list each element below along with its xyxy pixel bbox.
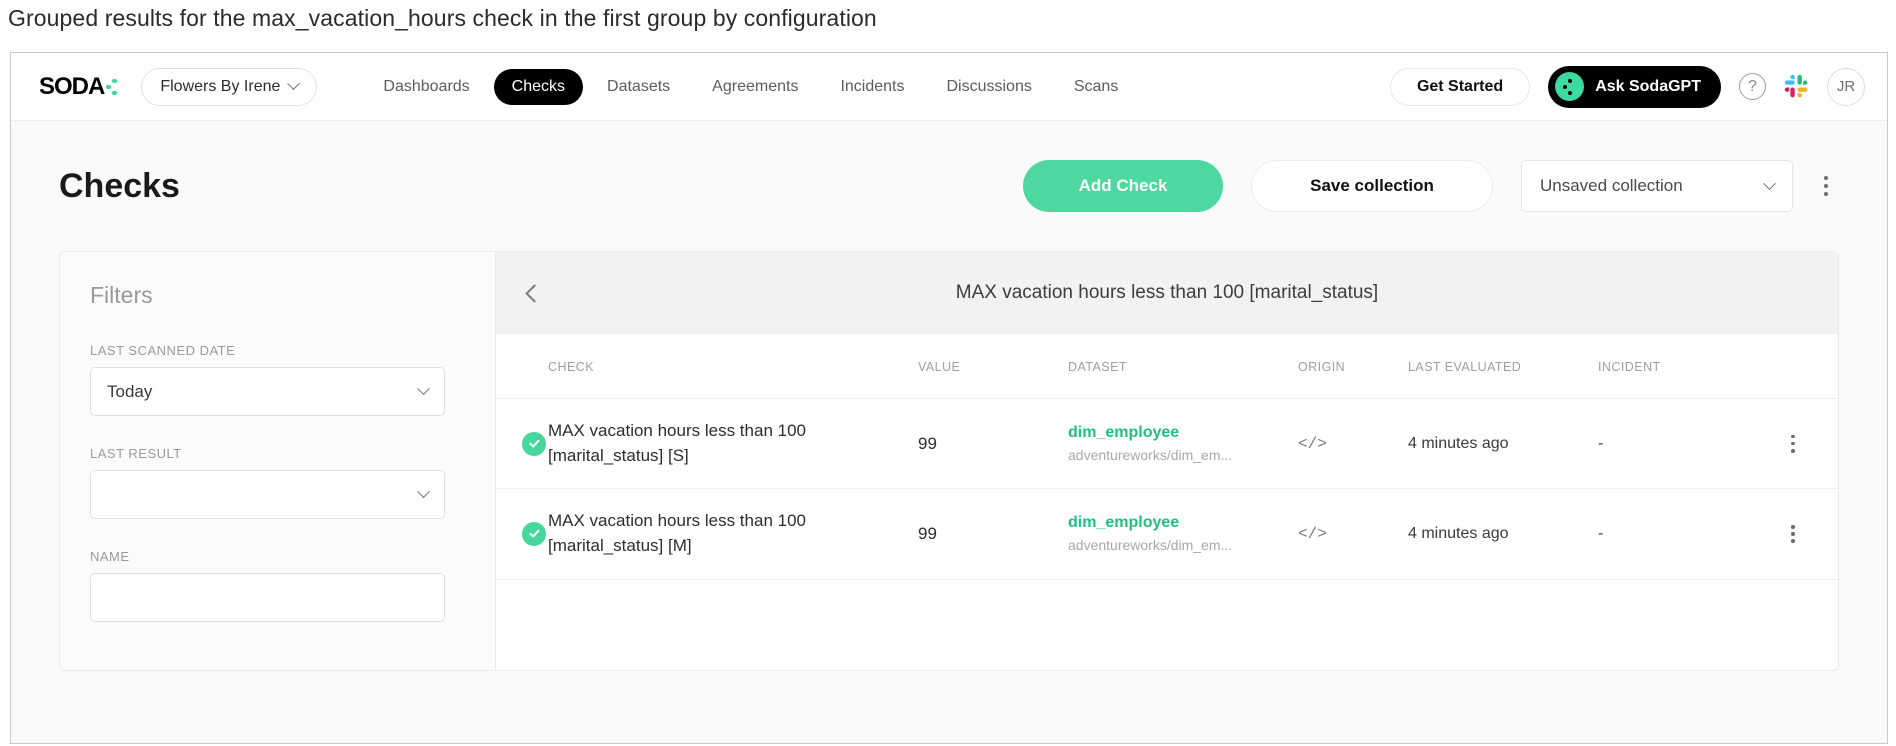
row-more-options-button[interactable] [1748, 525, 1838, 543]
collection-select[interactable]: Unsaved collection [1521, 160, 1793, 212]
last-scanned-date-label: Last scanned date [90, 343, 445, 358]
help-icon[interactable]: ? [1739, 73, 1766, 100]
row-origin-cell: </> [1298, 489, 1408, 579]
th-actions [1748, 334, 1838, 399]
row-status-cell [496, 489, 548, 579]
nav-tab-scans[interactable]: Scans [1056, 69, 1136, 105]
results-panel: MAX vacation hours less than 100 [marita… [495, 251, 1839, 671]
row-dataset-cell: dim_employee adventureworks/dim_em... [1068, 399, 1298, 489]
row-check-cell: MAX vacation hours less than 100 [marita… [548, 399, 918, 489]
get-started-button[interactable]: Get Started [1390, 68, 1530, 106]
nav-tab-incidents[interactable]: Incidents [822, 69, 922, 105]
dataset-path: adventureworks/dim_em... [1068, 447, 1298, 463]
row-actions-cell [1748, 489, 1838, 579]
code-origin-icon[interactable]: </> [1298, 435, 1327, 453]
last-scanned-date-select[interactable]: Today [90, 367, 445, 416]
row-actions-cell [1748, 399, 1838, 489]
nav-tab-dashboards[interactable]: Dashboards [365, 69, 487, 105]
th-last-evaluated: Last evaluated [1408, 334, 1598, 399]
collection-select-value: Unsaved collection [1540, 176, 1683, 196]
table-row[interactable]: MAX vacation hours less than 100 [marita… [496, 399, 1838, 489]
nav-tab-checks[interactable]: Checks [494, 69, 583, 105]
nav-right-actions: Get Started Ask SodaGPT ? JR [1390, 66, 1865, 108]
chevron-down-icon [288, 77, 301, 90]
ask-sodagpt-label: Ask SodaGPT [1595, 78, 1701, 96]
th-status [496, 334, 548, 399]
th-origin: Origin [1298, 334, 1408, 399]
checks-table: Check Value Dataset Origin Last evaluate… [496, 334, 1838, 580]
app-window: SODA Flowers By Irene Dashboards Checks … [10, 52, 1888, 744]
page-header: Checks Add Check Save collection Unsaved… [59, 121, 1839, 251]
add-check-button[interactable]: Add Check [1023, 160, 1223, 212]
filters-title: Filters [90, 282, 445, 309]
page-caption: Grouped results for the max_vacation_hou… [8, 5, 877, 32]
page-title: Checks [59, 167, 180, 206]
check-pass-icon [522, 432, 546, 456]
checks-table-head: Check Value Dataset Origin Last evaluate… [496, 334, 1838, 399]
last-result-select[interactable] [90, 470, 445, 519]
results-title: MAX vacation hours less than 100 [marita… [496, 282, 1838, 304]
results-header: MAX vacation hours less than 100 [marita… [496, 252, 1838, 334]
last-scanned-date-value: Today [107, 382, 152, 402]
check-pass-icon [522, 522, 546, 546]
chevron-down-icon [1763, 177, 1776, 190]
slack-icon[interactable] [1784, 74, 1809, 99]
chevron-down-icon [417, 485, 430, 498]
th-check: Check [548, 334, 918, 399]
name-input[interactable] [90, 573, 445, 622]
last-result-label: Last result [90, 446, 445, 461]
workspace-selector[interactable]: Flowers By Irene [141, 68, 317, 106]
row-last-evaluated-cell: 4 minutes ago [1408, 399, 1598, 489]
check-name[interactable]: MAX vacation hours less than 100 [marita… [548, 419, 878, 468]
th-incident: Incident [1598, 334, 1748, 399]
page-body: Checks Add Check Save collection Unsaved… [11, 121, 1887, 744]
filters-panel: Filters Last scanned date Today Last res… [59, 251, 495, 671]
row-incident-cell: - [1598, 399, 1748, 489]
th-value: Value [918, 334, 1068, 399]
dataset-path: adventureworks/dim_em... [1068, 537, 1298, 553]
content-area: Filters Last scanned date Today Last res… [59, 251, 1839, 671]
row-value-cell: 99 [918, 399, 1068, 489]
nav-tab-agreements[interactable]: Agreements [694, 69, 816, 105]
save-collection-button[interactable]: Save collection [1251, 160, 1493, 212]
sodagpt-avatar-icon [1555, 72, 1584, 101]
row-more-options-button[interactable] [1748, 435, 1838, 453]
top-navigation-bar: SODA Flowers By Irene Dashboards Checks … [11, 53, 1887, 121]
row-check-cell: MAX vacation hours less than 100 [marita… [548, 489, 918, 579]
main-nav-tabs: Dashboards Checks Datasets Agreements In… [365, 69, 1136, 105]
check-name[interactable]: MAX vacation hours less than 100 [marita… [548, 509, 878, 558]
soda-logo-text: SODA [39, 73, 104, 101]
row-origin-cell: </> [1298, 399, 1408, 489]
th-dataset: Dataset [1068, 334, 1298, 399]
table-row[interactable]: MAX vacation hours less than 100 [marita… [496, 489, 1838, 579]
code-origin-icon[interactable]: </> [1298, 525, 1327, 543]
user-avatar[interactable]: JR [1827, 68, 1865, 106]
checks-table-body: MAX vacation hours less than 100 [marita… [496, 399, 1838, 580]
back-chevron-icon[interactable] [522, 281, 546, 305]
row-status-cell [496, 399, 548, 489]
name-label: Name [90, 549, 445, 564]
workspace-name: Flowers By Irene [160, 78, 280, 96]
chevron-down-icon [417, 382, 430, 395]
ask-sodagpt-button[interactable]: Ask SodaGPT [1548, 66, 1721, 108]
nav-tab-datasets[interactable]: Datasets [589, 69, 688, 105]
row-incident-cell: - [1598, 489, 1748, 579]
nav-tab-discussions[interactable]: Discussions [928, 69, 1049, 105]
row-last-evaluated-cell: 4 minutes ago [1408, 489, 1598, 579]
soda-logo[interactable]: SODA [39, 73, 119, 101]
dataset-link[interactable]: dim_employee [1068, 424, 1298, 442]
dataset-link[interactable]: dim_employee [1068, 514, 1298, 532]
page-header-actions: Add Check Save collection Unsaved collec… [1023, 160, 1839, 212]
row-dataset-cell: dim_employee adventureworks/dim_em... [1068, 489, 1298, 579]
table-header-row: Check Value Dataset Origin Last evaluate… [496, 334, 1838, 399]
page-more-options-button[interactable] [1813, 176, 1839, 196]
row-value-cell: 99 [918, 489, 1068, 579]
soda-logo-dots-icon [106, 76, 119, 98]
